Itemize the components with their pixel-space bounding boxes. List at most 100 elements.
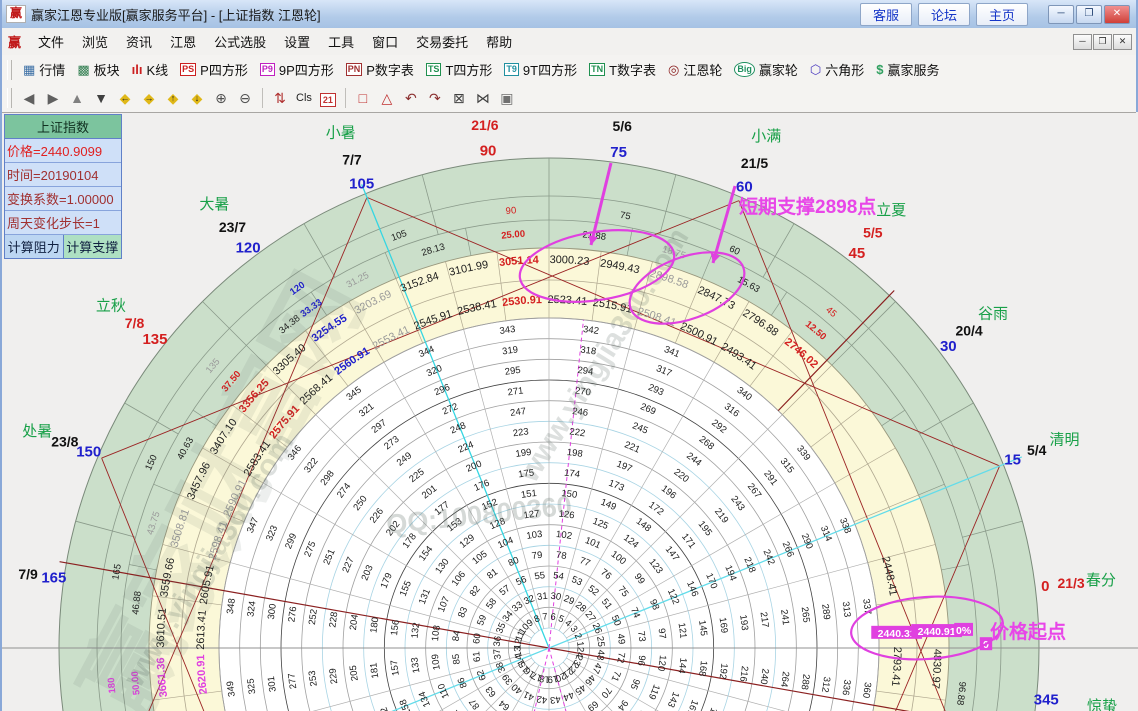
rim-date-15: 5/4: [1027, 442, 1047, 458]
wheel-number: 121: [676, 622, 689, 639]
wheel-number: 97: [656, 627, 668, 639]
menu-item-工具[interactable]: 工具: [319, 29, 363, 54]
toolbar-label-p-number-table: P数字表: [366, 60, 414, 79]
rim-date-90: 21/6: [471, 117, 498, 133]
toolbar-separator: [345, 88, 346, 108]
tool-button-pan-up[interactable]: ◆↑: [161, 87, 185, 109]
menu-item-江恩[interactable]: 江恩: [161, 29, 205, 54]
rim-date-75: 5/6: [612, 118, 632, 134]
rim-degree-105: 105: [349, 175, 374, 192]
rim-date-45: 5/5: [863, 225, 883, 241]
mdi-restore-button[interactable]: ❐: [1093, 34, 1112, 50]
rim-degree-165: 165: [41, 569, 66, 586]
toolbar-button-t-square[interactable]: TST四方形: [420, 58, 498, 81]
wheel-number: 205: [347, 665, 360, 682]
time-flip-icon: ⇅: [274, 90, 286, 106]
wheel-number: 30: [550, 590, 562, 602]
menu-item-公式选股[interactable]: 公式选股: [205, 29, 275, 54]
p-square-icon: PS: [180, 63, 196, 76]
wheel-number: 325: [245, 678, 258, 695]
toolbar-label-winner-wheel: 赢家轮: [759, 60, 798, 79]
tool-button-rotate-cw[interactable]: ↷: [423, 87, 447, 109]
percent-label: 25.00: [501, 228, 526, 241]
tool-button-pan-left[interactable]: ◆←: [113, 87, 137, 109]
mdi-minimize-button[interactable]: ─: [1073, 34, 1092, 50]
wheel-number: 229: [327, 668, 340, 685]
wheel-number: 253: [306, 670, 319, 687]
menu-item-交易委托[interactable]: 交易委托: [407, 29, 477, 54]
tool-button-center-view[interactable]: ⋈: [471, 87, 495, 109]
price-outer-label: 3000.23: [550, 254, 590, 268]
toolbar-button-p-square[interactable]: PSP四方形: [174, 58, 254, 81]
tool-button-triangle-tool[interactable]: △: [375, 87, 399, 109]
tool-button-pan-right[interactable]: ◆→: [137, 87, 161, 109]
tool-button-step-back[interactable]: ◀: [17, 87, 41, 109]
tool-button-square-tool[interactable]: □: [351, 87, 375, 109]
tool-button-step-forward[interactable]: ▶: [41, 87, 65, 109]
calendar-icon: 21: [320, 93, 336, 107]
index-info-panel: 上证指数 价格=2440.9099时间=20190104变换系数=1.00000…: [4, 114, 122, 259]
tool-button-flag-up[interactable]: ▲: [65, 87, 89, 109]
toolbar-button-9p-square[interactable]: P99P四方形: [254, 58, 340, 81]
wheel-number: 228: [327, 611, 340, 628]
close-button[interactable]: ✕: [1104, 5, 1130, 24]
tool-button-zoom-in[interactable]: ⊕: [209, 87, 233, 109]
toolbar-button-p-number-table[interactable]: PNP数字表: [340, 58, 420, 81]
service-button[interactable]: 客服: [860, 3, 912, 26]
tool-button-cls[interactable]: Cls: [292, 87, 316, 109]
rim-term-45: 立夏: [876, 202, 906, 219]
wheel-layer: 1234567891011121314151617181920212223242…: [2, 112, 1138, 711]
maximize-button[interactable]: ❐: [1076, 5, 1102, 24]
square-tool-icon: □: [359, 90, 367, 106]
menu-item-窗口[interactable]: 窗口: [363, 29, 407, 54]
rim-date-0: 21/3: [1057, 575, 1084, 591]
wheel-number: 157: [388, 659, 401, 676]
minimize-button[interactable]: ─: [1048, 5, 1074, 24]
toolbar-button-sectors[interactable]: ▩板块: [71, 58, 125, 81]
toolbar-button-winner-wheel[interactable]: Big赢家轮: [728, 58, 804, 81]
toolbar-button-winner-service[interactable]: $赢家服务: [870, 58, 945, 81]
index-name: 上证指数: [5, 115, 121, 139]
menu-item-帮助[interactable]: 帮助: [477, 29, 521, 54]
support-annotation: 短期支撑2898点: [739, 195, 876, 218]
panel-row-2: 变换系数=1.00000: [5, 187, 121, 211]
menu-item-资讯[interactable]: 资讯: [117, 29, 161, 54]
tool-button-delete-box[interactable]: ⊠: [447, 87, 471, 109]
toolbar-button-kline[interactable]: ılıK线: [126, 58, 175, 81]
degree-ring-label: 90: [505, 205, 517, 217]
rim-term-135: 立秋: [96, 298, 126, 315]
forum-button[interactable]: 论坛: [918, 3, 970, 26]
tool-button-zoom-out[interactable]: ⊖: [233, 87, 257, 109]
toolbar-label-gann-wheel: 江恩轮: [683, 60, 722, 79]
toolbar-button-t-number-table[interactable]: TNT数字表: [583, 58, 662, 81]
tool-button-flag-down[interactable]: ▼: [89, 87, 113, 109]
rim-date-60: 21/5: [741, 155, 768, 171]
toolbar-label-winner-service: 赢家服务: [888, 60, 940, 79]
tool-button-time-flip[interactable]: ⇅: [268, 87, 292, 109]
home-button[interactable]: 主页: [976, 3, 1028, 26]
rim-term-30: 谷雨: [978, 305, 1008, 322]
toolbar-button-hexagon[interactable]: ⬡六角形: [804, 58, 870, 81]
toolbar-button-9t-square[interactable]: T99T四方形: [498, 58, 583, 81]
tool-button-calendar[interactable]: 21: [316, 87, 340, 109]
step-back-icon: ◀: [24, 90, 35, 106]
rim-term-15: 清明: [1050, 432, 1080, 449]
rim-term-120: 大暑: [199, 196, 229, 213]
menu-item-设置[interactable]: 设置: [275, 29, 319, 54]
center-view-icon: ⋈: [476, 90, 490, 106]
calc-support-button[interactable]: 计算支撑: [64, 235, 122, 258]
kline-icon: ılı: [132, 62, 143, 77]
rim-date-165: 7/9: [18, 566, 38, 582]
menu-item-浏览[interactable]: 浏览: [73, 29, 117, 54]
mdi-close-button[interactable]: ✕: [1113, 34, 1132, 50]
calc-resistance-button[interactable]: 计算阻力: [5, 235, 64, 258]
rim-term-150: 处暑: [22, 423, 52, 440]
rim-term-105: 小暑: [326, 124, 356, 141]
tool-button-rotate-ccw[interactable]: ↶: [399, 87, 423, 109]
tool-button-screen[interactable]: ▣: [495, 87, 519, 109]
toolbar-button-gann-wheel[interactable]: ◎江恩轮: [662, 58, 728, 81]
menu-item-文件[interactable]: 文件: [29, 29, 73, 54]
wheel-number: 168: [696, 660, 709, 677]
toolbar-button-quotes[interactable]: ▦行情: [17, 58, 71, 81]
tool-button-pan-down[interactable]: ◆↓: [185, 87, 209, 109]
